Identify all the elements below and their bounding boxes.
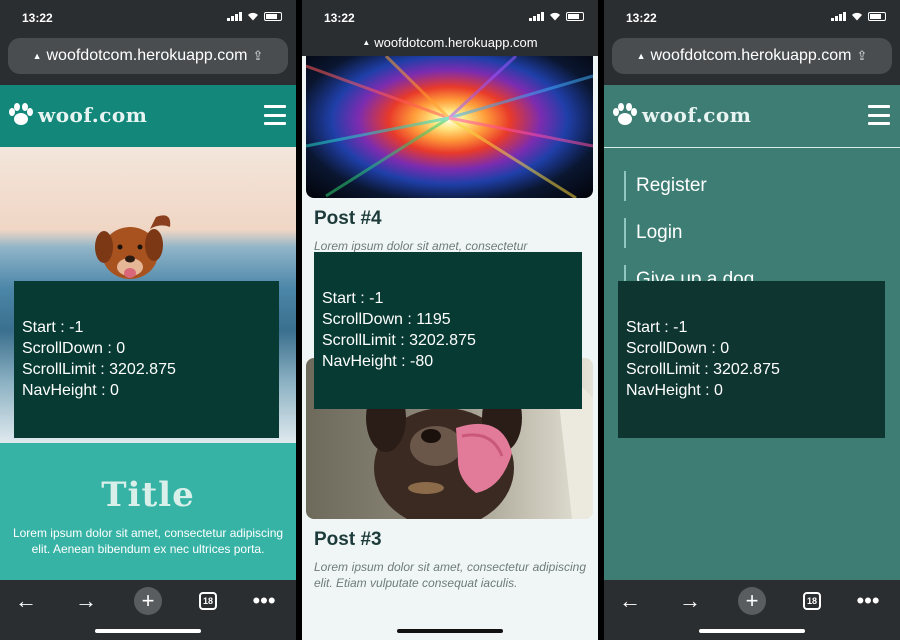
brand-logo[interactable]: woof.com xyxy=(8,103,147,127)
battery-icon xyxy=(868,11,886,21)
address-bar[interactable]: ▲ woofdotcom.herokuapp.com ⇪ xyxy=(612,38,892,74)
debug-nav-height: NavHeight : -80 xyxy=(322,353,434,370)
signal-icon xyxy=(529,11,544,21)
debug-scroll-limit: ScrollLimit : 3202.875 xyxy=(22,361,176,378)
debug-start: Start : -1 xyxy=(22,319,84,336)
address-text: woofdotcom.herokuapp.com xyxy=(374,34,538,50)
signal-icon xyxy=(227,11,242,21)
forward-arrow-icon[interactable]: → xyxy=(68,584,104,618)
phone-screen-home: 13:22 ▲ woofdotcom.herokuapp.com ⇪ woof.… xyxy=(0,0,296,640)
plus-icon[interactable]: + xyxy=(738,587,766,615)
share-icon[interactable]: ⇪ xyxy=(253,48,264,64)
status-icons xyxy=(529,11,584,21)
menu-item-register[interactable]: Register xyxy=(624,171,707,201)
light-burst-graphic xyxy=(306,56,593,198)
wifi-icon xyxy=(549,11,561,21)
address-text: woofdotcom.herokuapp.com xyxy=(650,47,852,64)
plus-icon[interactable]: + xyxy=(134,587,162,615)
post-4-title[interactable]: Post #4 xyxy=(314,208,382,230)
browser-toolbar: ← → + 18 ••• xyxy=(0,580,296,640)
home-indicator[interactable] xyxy=(397,629,503,633)
status-bar: 13:22 xyxy=(0,0,296,36)
post-3-excerpt: Lorem ipsum dolor sit amet, consectetur … xyxy=(314,560,586,590)
section-text: Lorem ipsum dolor sit amet, consectetur … xyxy=(12,526,284,556)
site-info-icon[interactable]: ▲ xyxy=(33,51,42,61)
tabs-icon[interactable]: 18 xyxy=(199,592,217,610)
more-icon[interactable]: ••• xyxy=(246,584,282,618)
debug-panel: Start : -1 ScrollDown : 1195 ScrollLimit… xyxy=(314,252,582,409)
phone-screen-menu: 13:22 ▲ woofdotcom.herokuapp.com ⇪ woof.… xyxy=(604,0,900,640)
paw-icon xyxy=(9,103,33,125)
post-4-image[interactable] xyxy=(306,56,593,198)
battery-icon xyxy=(566,11,584,21)
dog-photo xyxy=(95,215,171,279)
brand-name: woof.com xyxy=(642,103,752,127)
brand-name: woof.com xyxy=(38,103,148,127)
debug-panel: Start : -1 ScrollDown : 0 ScrollLimit : … xyxy=(618,281,885,438)
debug-scroll-down: ScrollDown : 0 xyxy=(22,340,126,357)
home-indicator[interactable] xyxy=(699,629,805,633)
address-bar-compact[interactable]: ▲ woofdotcom.herokuapp.com xyxy=(302,30,598,54)
paw-icon xyxy=(613,103,637,125)
signal-icon xyxy=(831,11,846,21)
wifi-icon xyxy=(851,11,863,21)
status-time: 13:22 xyxy=(22,11,53,25)
nav-divider xyxy=(604,147,900,148)
menu-item-login[interactable]: Login xyxy=(624,218,683,248)
address-text: woofdotcom.herokuapp.com xyxy=(46,47,248,64)
status-bar: 13:22 xyxy=(604,0,900,36)
title-section: Title Lorem ipsum dolor sit amet, consec… xyxy=(0,443,296,580)
phone-screen-feed: 13:22 ▲ woofdotcom.herokuapp.com Post #4… xyxy=(302,0,598,640)
address-bar[interactable]: ▲ woofdotcom.herokuapp.com ⇪ xyxy=(8,38,288,74)
status-icons xyxy=(227,11,282,21)
debug-scroll-limit: ScrollLimit : 3202.875 xyxy=(626,361,780,378)
hamburger-icon[interactable] xyxy=(868,105,890,125)
post-3-title[interactable]: Post #3 xyxy=(314,529,382,551)
debug-start: Start : -1 xyxy=(322,290,384,307)
debug-nav-height: NavHeight : 0 xyxy=(22,382,119,399)
browser-toolbar: ← → + 18 ••• xyxy=(604,580,900,640)
tab-count: 18 xyxy=(806,596,817,606)
status-time: 13:22 xyxy=(626,11,657,25)
site-info-icon[interactable]: ▲ xyxy=(637,51,646,61)
back-arrow-icon[interactable]: ← xyxy=(612,584,648,618)
status-time: 13:22 xyxy=(324,11,355,25)
forward-arrow-icon[interactable]: → xyxy=(672,584,708,618)
tabs-icon[interactable]: 18 xyxy=(803,592,821,610)
brand-logo[interactable]: woof.com xyxy=(612,103,751,127)
site-navbar: woof.com xyxy=(604,85,900,147)
debug-start: Start : -1 xyxy=(626,319,688,336)
site-info-icon[interactable]: ▲ xyxy=(362,38,370,47)
section-title: Title xyxy=(101,475,195,515)
wifi-icon xyxy=(247,11,259,21)
more-icon[interactable]: ••• xyxy=(850,584,886,618)
debug-nav-height: NavHeight : 0 xyxy=(626,382,723,399)
debug-scroll-limit: ScrollLimit : 3202.875 xyxy=(322,332,476,349)
status-icons xyxy=(831,11,886,21)
debug-scroll-down: ScrollDown : 0 xyxy=(626,340,730,357)
debug-scroll-down: ScrollDown : 1195 xyxy=(322,311,451,328)
back-arrow-icon[interactable]: ← xyxy=(8,584,44,618)
share-icon[interactable]: ⇪ xyxy=(857,48,868,64)
home-indicator[interactable] xyxy=(95,629,201,633)
battery-icon xyxy=(264,11,282,21)
hamburger-icon[interactable] xyxy=(264,105,286,125)
tab-count: 18 xyxy=(202,596,213,606)
debug-panel: Start : -1 ScrollDown : 0 ScrollLimit : … xyxy=(14,281,279,438)
site-navbar: woof.com xyxy=(0,85,296,147)
